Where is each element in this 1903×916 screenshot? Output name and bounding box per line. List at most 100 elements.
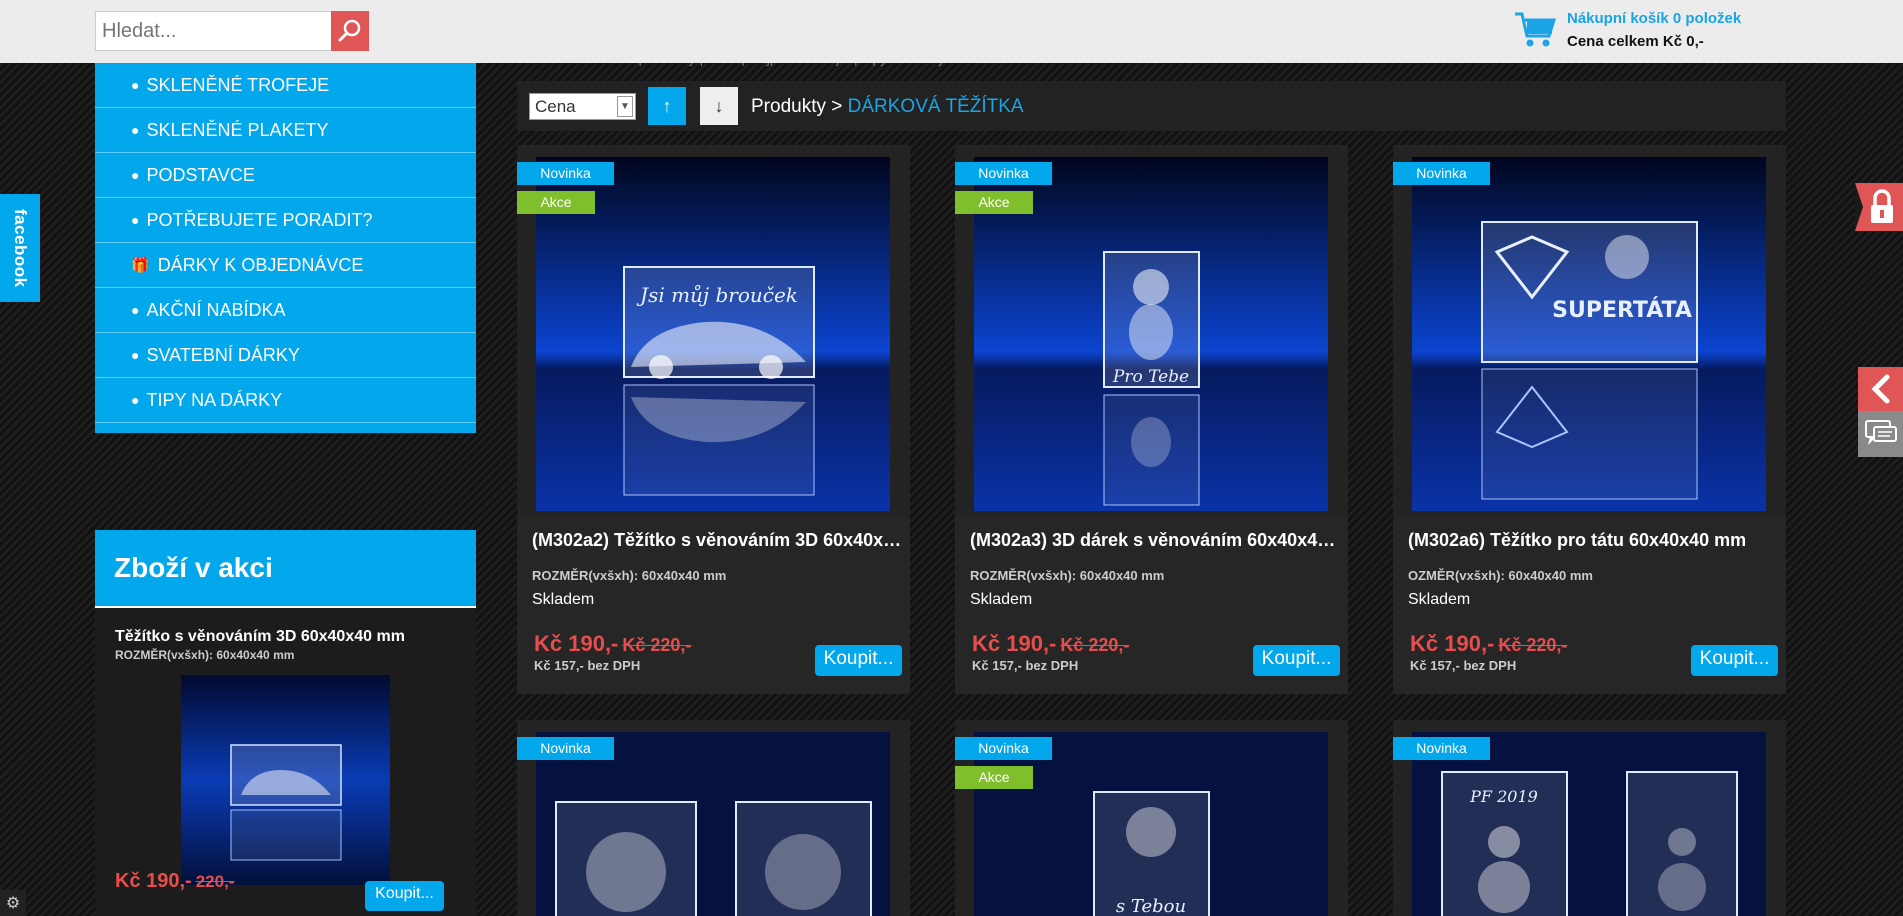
cart-title[interactable]: Nákupní košík 0 položek	[1567, 10, 1741, 27]
sort-descending-button[interactable]: ↓	[700, 87, 738, 125]
bullet-icon: ●	[131, 302, 140, 318]
new-badge: Novinka	[1393, 737, 1490, 760]
product-old-price: Kč 220,-	[622, 635, 692, 655]
product-card: PF 2019 Novinka	[1393, 720, 1786, 916]
cart-icon	[1515, 12, 1557, 47]
promo-product-attr: ROZMĚR(vxšxh): 60x40x40 mm	[115, 648, 295, 662]
product-name[interactable]: (M302a2) Těžítko s věnováním 3D 60x40x40…	[532, 530, 902, 551]
menu-item-label: POTŘEBUJETE PORADIT?	[146, 209, 373, 230]
product-old-price: Kč 220,-	[1060, 635, 1130, 655]
sort-select[interactable]: Cena ▼	[529, 93, 636, 120]
sort-select-value: Cena	[535, 96, 576, 116]
search-input[interactable]	[95, 11, 331, 51]
menu-item-darky-k-objednavce[interactable]: 🎁 DÁRKY K OBJEDNÁVCE	[95, 243, 476, 288]
product-price-value: Kč 190,-	[534, 631, 619, 656]
menu-item-svatebni-darky[interactable]: ● SVATEBNÍ DÁRKY	[95, 333, 476, 378]
sale-badge: Akce	[517, 191, 595, 214]
menu-item-label: AKČNÍ NABÍDKA	[146, 299, 286, 320]
product-price: Kč 190,- Kč 220,-	[972, 631, 1129, 657]
menu-item-tipy[interactable]: ● TIPY NA DÁRKY	[95, 378, 476, 423]
menu-item-akcni-nabidka[interactable]: ● AKČNÍ NABÍDKA	[95, 288, 476, 333]
gift-icon: 🎁	[131, 257, 150, 274]
facebook-label: facebook	[11, 208, 30, 288]
product-card: Jsi můj brouček Novinka Akce (M302a2) Tě…	[517, 145, 910, 694]
product-price-value: Kč 190,-	[1410, 631, 1495, 656]
breadcrumb-root[interactable]: Produkty	[751, 96, 826, 117]
buy-button[interactable]: Koupit...	[1253, 645, 1340, 676]
new-badge: Novinka	[517, 737, 614, 760]
sort-ascending-button[interactable]: ↑	[648, 87, 686, 125]
engraving-text: Jsi můj brouček	[636, 283, 798, 307]
chat-tab[interactable]	[1858, 411, 1903, 457]
promo-heading: Zboží v akci	[95, 530, 476, 608]
search-box	[95, 11, 369, 51]
bullet-icon: ●	[131, 347, 140, 363]
menu-item-podstavce[interactable]: ● PODSTAVCE	[95, 153, 476, 198]
product-price: Kč 190,- Kč 220,-	[1410, 631, 1567, 657]
product-card: Pro Tebe Novinka Akce (M302a3) 3D dárek …	[955, 145, 1348, 694]
menu-item-label: SVATEBNÍ DÁRKY	[146, 344, 300, 365]
gear-icon[interactable]: ⚙	[0, 890, 26, 916]
cart-widget[interactable]: Nákupní košík 0 položek Cena celkem Kč 0…	[1513, 10, 1741, 50]
breadcrumb-current: DÁRKOVÁ TĚŽÍTKA	[847, 96, 1024, 117]
buy-button[interactable]: Koupit...	[1691, 645, 1778, 676]
top-bar: Nákupní košík 0 položek Cena celkem Kč 0…	[0, 0, 1903, 63]
sort-bar: Cena ▼ ↑ ↓ Produkty > DÁRKOVÁ TĚŽÍTKA	[517, 81, 1786, 131]
product-net-price: Kč 157,- bez DPH	[972, 658, 1079, 673]
lock-icon	[1855, 183, 1893, 231]
engraving-text: PF 2019	[1469, 787, 1538, 806]
cart-total: Cena celkem Kč 0,-	[1567, 33, 1704, 50]
chevron-down-icon: ▼	[617, 96, 633, 117]
product-name[interactable]: (M302a6) Těžítko pro tátu 60x40x40 mm	[1408, 530, 1778, 551]
product-stock: Skladem	[532, 591, 595, 608]
engraving-text: s Tebou	[1116, 896, 1186, 916]
bullet-icon: ●	[131, 167, 140, 183]
breadcrumb-separator: >	[825, 96, 848, 117]
product-card: Novinka	[517, 720, 910, 916]
menu-item-label: DÁRKY K OBJEDNÁVCE	[157, 254, 364, 275]
sale-badge: Akce	[955, 191, 1033, 214]
product-price-value: Kč 190,-	[972, 631, 1057, 656]
new-badge: Novinka	[517, 162, 614, 185]
product-stock: Skladem	[1408, 591, 1471, 608]
facebook-tab[interactable]: facebook	[0, 194, 40, 302]
chat-icon	[1864, 420, 1897, 445]
engraving-text: Pro Tebe	[1112, 367, 1189, 387]
chevron-left-icon	[1870, 374, 1889, 404]
product-name[interactable]: (M302a3) 3D dárek s věnováním 60x40x40 m…	[970, 530, 1340, 551]
promo-price-value: Kč 190,-	[115, 870, 192, 892]
product-attr: ROZMĚR(vxšxh): 60x40x40 mm	[532, 568, 727, 583]
product-price: Kč 190,- Kč 220,-	[534, 631, 691, 657]
search-button[interactable]	[331, 11, 369, 51]
product-card: s Tebou Novinka Akce	[955, 720, 1348, 916]
promo-box: Zboží v akci Těžítko s věnováním 3D 60x4…	[95, 530, 476, 916]
engraving-text: SUPERTÁTA	[1552, 297, 1692, 323]
product-image[interactable]: SUPERTÁTA	[1412, 157, 1766, 511]
menu-item-label: PODSTAVCE	[146, 164, 255, 185]
promo-product-name[interactable]: Těžítko s věnováním 3D 60x40x40 mm	[115, 628, 476, 646]
promo-buy-button[interactable]: Koupit...	[365, 881, 444, 911]
bullet-icon: ●	[131, 392, 140, 408]
buy-button[interactable]: Koupit...	[815, 645, 902, 676]
product-net-price: Kč 157,- bez DPH	[1410, 658, 1517, 673]
promo-product-image[interactable]	[181, 675, 390, 885]
promo-price: Kč 190,- 220,-	[115, 870, 234, 893]
bullet-icon: ●	[131, 212, 140, 228]
secure-tab[interactable]	[1855, 183, 1903, 231]
promo-body: Těžítko s věnováním 3D 60x40x40 mm ROZMĚ…	[95, 608, 476, 916]
new-badge: Novinka	[955, 162, 1052, 185]
bullet-icon: ●	[131, 122, 140, 138]
product-card: SUPERTÁTA Novinka (M302a6) Těžítko pro t…	[1393, 145, 1786, 694]
product-net-price: Kč 157,- bez DPH	[534, 658, 641, 673]
product-attr: ROZMĚR(vxšxh): 60x40x40 mm	[970, 568, 1165, 583]
sale-badge: Akce	[955, 766, 1033, 789]
promo-old-price: 220,-	[195, 872, 235, 891]
menu-item-plakety[interactable]: ● SKLENĚNÉ PLAKETY	[95, 108, 476, 153]
menu-item-trofeje[interactable]: ● SKLENĚNÉ TROFEJE	[95, 63, 476, 108]
menu-item-label: SKLENĚNÉ PLAKETY	[146, 119, 329, 140]
breadcrumb: Produkty > DÁRKOVÁ TĚŽÍTKA	[751, 96, 1024, 118]
bullet-icon: ●	[131, 77, 140, 93]
menu-item-label: TIPY NA DÁRKY	[146, 389, 283, 410]
menu-item-poradit[interactable]: ● POTŘEBUJETE PORADIT?	[95, 198, 476, 243]
back-tab[interactable]	[1858, 367, 1903, 411]
